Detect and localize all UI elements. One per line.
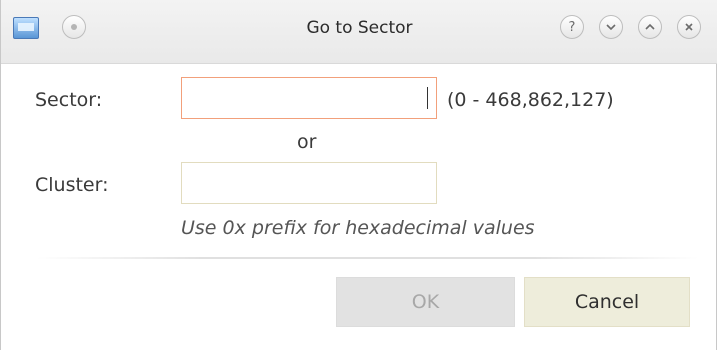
hex-hint: Use 0x prefix for hexadecimal values	[181, 217, 535, 239]
cluster-label: Cluster:	[35, 174, 109, 196]
cluster-input[interactable]	[181, 162, 437, 204]
sector-range-label: (0 - 468,862,127)	[447, 89, 614, 111]
ok-button[interactable]: OK	[336, 277, 515, 327]
titlebar: Go to Sector ?	[1, 0, 717, 64]
sector-input[interactable]	[181, 77, 437, 119]
or-label: or	[297, 131, 317, 153]
text-caret	[427, 87, 428, 109]
divider	[37, 257, 699, 259]
minimize-button[interactable]	[599, 15, 623, 39]
close-icon	[685, 23, 693, 31]
sector-label: Sector:	[35, 89, 103, 111]
chevron-down-icon	[606, 24, 616, 31]
cancel-button[interactable]: Cancel	[524, 277, 690, 327]
go-to-sector-dialog: Go to Sector ? Sector: (0 - 468,862,127)…	[0, 0, 717, 350]
help-icon: ?	[568, 19, 576, 35]
help-button[interactable]: ?	[560, 15, 584, 39]
chevron-up-icon	[645, 23, 655, 30]
maximize-button[interactable]	[638, 15, 662, 39]
close-button[interactable]	[677, 15, 701, 39]
